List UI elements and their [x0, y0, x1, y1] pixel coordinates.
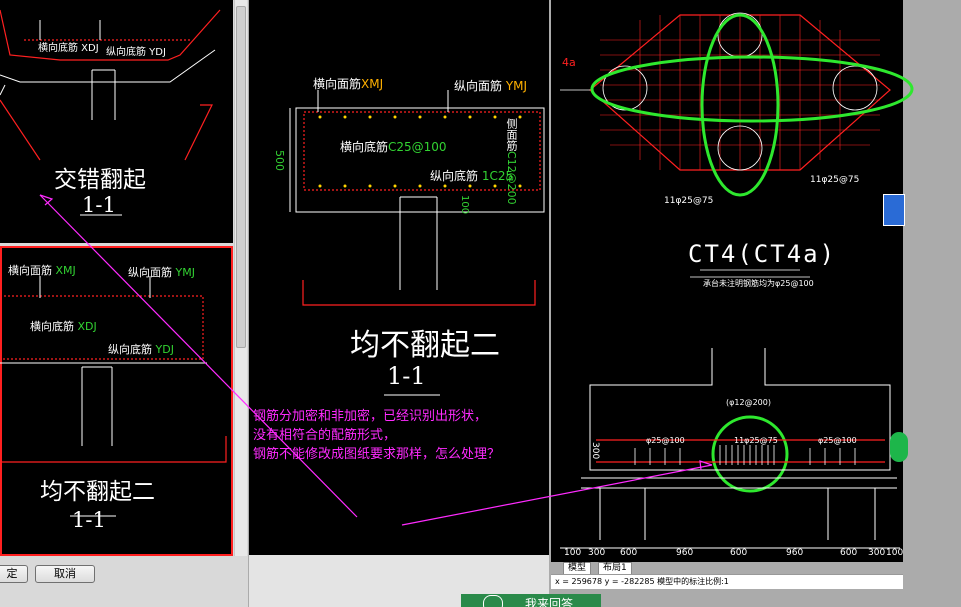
dim-label: 300	[868, 548, 886, 558]
side-letter: 4a	[562, 56, 576, 69]
plan-note: 承台未注明钢筋均为φ25@100	[703, 279, 814, 288]
section-left-rebar: φ25@100	[646, 436, 685, 445]
section-mid-rebar: 11φ25@75	[734, 436, 778, 445]
answer-button-label: 我来回答	[525, 597, 574, 607]
question-line-3: 钢筋不能修改成图纸要求那样，怎么处理？	[253, 447, 501, 462]
plan-rebar-right: 11φ25@75	[810, 175, 860, 185]
side-blue-button[interactable]	[883, 194, 905, 226]
section-right-rebar: φ25@100	[818, 436, 857, 445]
answer-button[interactable]: 我来回答	[461, 594, 601, 607]
dim-label: 100	[886, 548, 904, 558]
chat-icon	[483, 595, 503, 607]
dim-label: 600	[620, 548, 638, 558]
question-text: 钢筋分加密和非加密，已经识别出形状， 没有相符合的配筋形式， 钢筋不能修改成图纸…	[253, 407, 553, 464]
status-text: x = 259678 y = -282285 模型中的标注比例:1	[555, 577, 729, 586]
question-line-2: 没有相符合的配筋形式，	[253, 428, 397, 443]
section-bottom-dims: 100 300 600 960 600 960 600 300 100	[560, 548, 904, 560]
section-dim-300: 300	[590, 442, 600, 460]
side-green-button[interactable]	[890, 432, 908, 462]
dim-label: 100	[564, 548, 582, 558]
status-bar: x = 259678 y = -282285 模型中的标注比例:1	[551, 574, 903, 589]
section-top-rebar: (φ12@200)	[726, 398, 771, 407]
dim-label: 600	[840, 548, 858, 558]
dim-label: 960	[676, 548, 694, 558]
dim-label: 960	[786, 548, 804, 558]
cad-drawing	[39, 12, 914, 549]
plan-title: CT4(CT4a)	[688, 240, 837, 268]
dim-label: 300	[588, 548, 606, 558]
question-line-1: 钢筋分加密和非加密，已经识别出形状，	[253, 409, 488, 424]
dim-label: 600	[730, 548, 748, 558]
plan-rebar-left: 11φ25@75	[664, 196, 714, 206]
